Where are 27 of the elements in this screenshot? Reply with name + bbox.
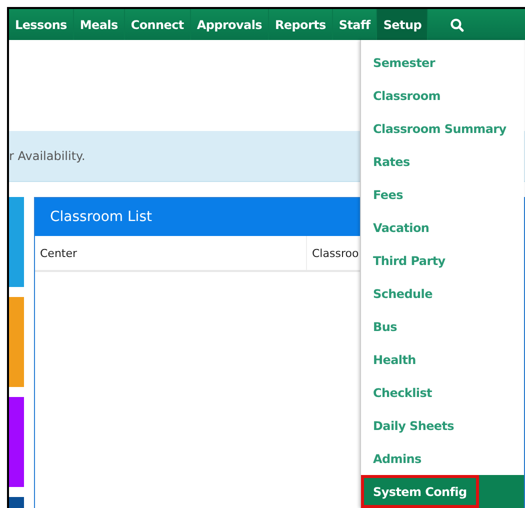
dropdown-menu-item[interactable]: Rates [373,154,410,168]
dropdown-menu-item[interactable]: Semester [373,56,435,70]
color-tile[interactable] [9,297,24,387]
search-icon[interactable] [450,18,464,32]
dropdown-menu-item[interactable]: Bus [373,320,397,334]
dropdown-menu-item[interactable]: Schedule [373,286,432,300]
color-tile[interactable] [9,397,24,487]
nav-menu-item[interactable]: Connect [124,9,191,40]
dropdown-menu-item[interactable]: Admins [373,452,422,466]
alert-text: r Availability. [9,149,86,163]
nav-menu-item[interactable]: Approvals [190,9,269,40]
dropdown-menu-item[interactable]: Classroom [373,88,441,102]
dropdown-menu-item[interactable]: Vacation [373,220,430,234]
dropdown-menu-item[interactable]: Third Party [373,254,446,268]
selected-menu-row[interactable]: System Config [361,475,524,508]
column-header: Classroo [311,246,359,262]
column-header: Center [35,236,307,270]
dropdown-menu-item[interactable]: Classroom Summary [373,122,506,136]
dropdown-menu-item[interactable]: System Config [373,484,467,498]
dropdown-menu-item[interactable]: Health [373,352,416,366]
nav-menu-item[interactable]: Meals [74,9,125,40]
nav-menu-item[interactable]: Lessons [9,9,74,40]
color-tile[interactable] [9,197,24,287]
nav-menu-item[interactable]: Reports [268,9,333,40]
dropdown-menu-item[interactable]: Checklist [373,386,432,400]
dropdown-menu-item[interactable]: Daily Sheets [373,418,454,432]
nav-menu-item[interactable]: Setup [377,9,428,40]
